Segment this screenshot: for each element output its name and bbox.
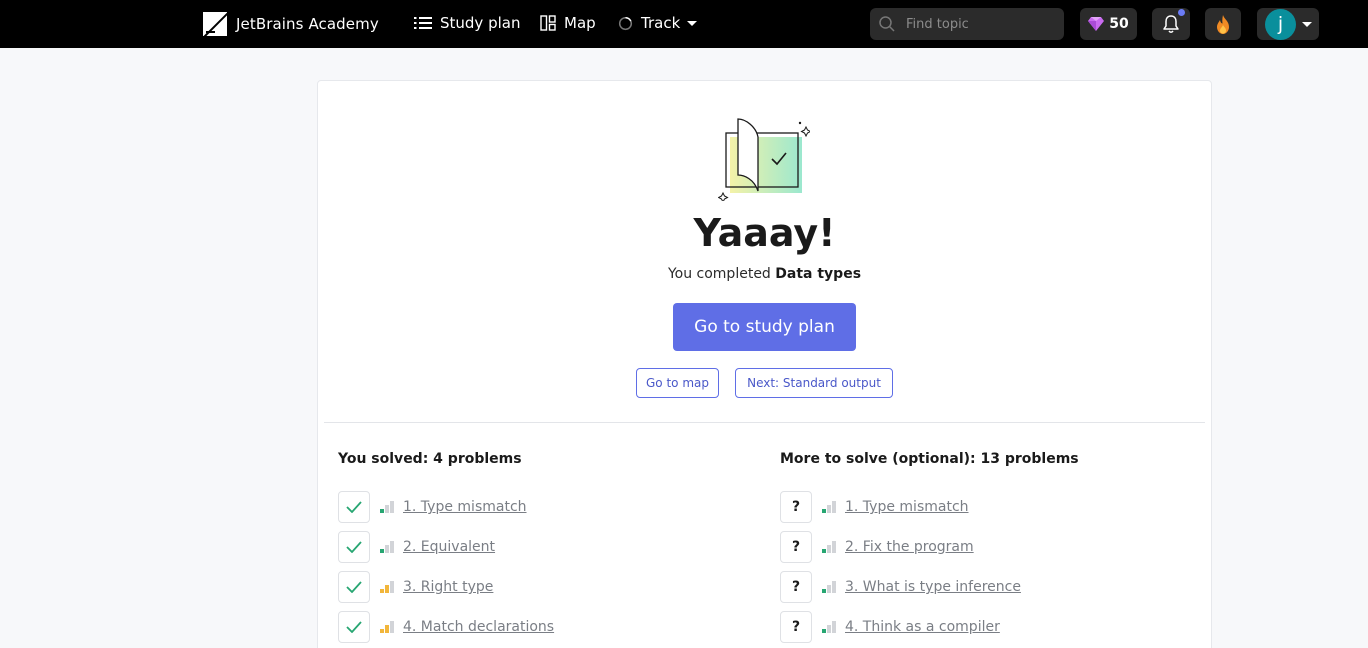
- difficulty-medium-icon: [380, 581, 394, 593]
- nav-track-label: Track: [641, 14, 681, 32]
- solved-status: [338, 531, 370, 563]
- optional-problems-list: ? 1. Type mismatch ? 2. Fix the program …: [780, 487, 1021, 647]
- gems-counter[interactable]: 50: [1080, 8, 1137, 40]
- checkmark-icon: [346, 541, 362, 553]
- difficulty-easy-icon: [822, 501, 836, 513]
- list-item: 2. Equivalent: [338, 527, 554, 567]
- nav-study-plan-label: Study plan: [440, 14, 521, 32]
- profile-menu[interactable]: j: [1257, 8, 1319, 40]
- problem-link[interactable]: 1. Type mismatch: [403, 499, 527, 515]
- solved-status: [338, 491, 370, 523]
- gems-count: 50: [1109, 16, 1129, 32]
- optional-problems-heading: More to solve (optional): 13 problems: [780, 451, 1079, 467]
- nav-map-label: Map: [564, 14, 596, 32]
- jetbrains-logo-icon: [203, 12, 227, 36]
- problem-link[interactable]: 4. Match declarations: [403, 619, 554, 635]
- completion-title: Yaaay!: [693, 211, 836, 255]
- progress-ring-icon: [618, 16, 633, 30]
- nav-map[interactable]: Map: [540, 14, 596, 32]
- solved-problems-heading: You solved: 4 problems: [338, 451, 522, 467]
- unsolved-status: ?: [780, 611, 812, 643]
- checkmark-icon: [346, 581, 362, 593]
- list-item: 4. Match declarations: [338, 607, 554, 647]
- solved-status: [338, 571, 370, 603]
- difficulty-easy-icon: [822, 541, 836, 553]
- list-item: 1. Type mismatch: [338, 487, 554, 527]
- checkmark-icon: [346, 621, 362, 633]
- question-mark-icon: ?: [791, 499, 801, 515]
- nav-track-dropdown[interactable]: Track: [618, 14, 698, 32]
- notifications-button[interactable]: [1152, 8, 1190, 40]
- fire-icon: [1217, 14, 1229, 34]
- brand-name: JetBrains Academy: [236, 15, 379, 33]
- list-item: 3. Right type: [338, 567, 554, 607]
- notification-badge: [1178, 9, 1185, 16]
- difficulty-easy-icon: [380, 501, 394, 513]
- difficulty-easy-icon: [822, 621, 836, 633]
- solved-status: [338, 611, 370, 643]
- completed-topic-name: Data types: [775, 266, 862, 282]
- search-input[interactable]: [906, 16, 1056, 32]
- avatar: j: [1265, 8, 1296, 40]
- section-divider: [324, 422, 1205, 423]
- difficulty-medium-icon: [380, 621, 394, 633]
- problem-link[interactable]: 2. Equivalent: [403, 539, 495, 555]
- unsolved-status: ?: [780, 491, 812, 523]
- go-to-map-button[interactable]: Go to map: [636, 368, 719, 398]
- list-item: ? 2. Fix the program: [780, 527, 1021, 567]
- problem-link[interactable]: 1. Type mismatch: [845, 499, 969, 515]
- go-to-study-plan-button[interactable]: Go to study plan: [673, 303, 856, 351]
- list-item: ? 4. Think as a compiler: [780, 607, 1021, 647]
- unsolved-status: ?: [780, 531, 812, 563]
- problem-link[interactable]: 3. Right type: [403, 579, 493, 595]
- checkmark-icon: [346, 501, 362, 513]
- nav-study-plan[interactable]: Study plan: [414, 14, 520, 32]
- difficulty-easy-icon: [822, 581, 836, 593]
- topic-search[interactable]: [870, 8, 1064, 40]
- problem-link[interactable]: 2. Fix the program: [845, 539, 974, 555]
- completion-card: Yaaay! You completed Data types Go to st…: [317, 80, 1212, 648]
- chevron-down-icon: [1302, 21, 1312, 27]
- list-item: ? 3. What is type inference: [780, 567, 1021, 607]
- unsolved-status: ?: [780, 571, 812, 603]
- problem-link[interactable]: 3. What is type inference: [845, 579, 1021, 595]
- bell-icon: [1163, 15, 1179, 33]
- completion-subtitle: You completed Data types: [318, 266, 1211, 282]
- search-icon: [879, 16, 895, 32]
- brand-logo[interactable]: JetBrains Academy: [203, 12, 379, 36]
- list-icon: [414, 17, 432, 29]
- next-topic-button[interactable]: Next: Standard output: [735, 368, 893, 398]
- streak-button[interactable]: [1205, 8, 1241, 40]
- question-mark-icon: ?: [791, 539, 801, 555]
- completion-subtitle-prefix: You completed: [667, 266, 771, 282]
- chevron-down-icon: [687, 20, 698, 26]
- problem-link[interactable]: 4. Think as a compiler: [845, 619, 1000, 635]
- top-navigation-bar: JetBrains Academy Study plan Map Track F…: [0, 0, 1368, 48]
- solved-problems-list: 1. Type mismatch 2. Equivalent 3. Right …: [338, 487, 554, 647]
- map-icon: [540, 15, 556, 31]
- question-mark-icon: ?: [791, 619, 801, 635]
- completed-book-illustration: [718, 118, 810, 201]
- list-item: ? 1. Type mismatch: [780, 487, 1021, 527]
- gem-icon: [1088, 17, 1105, 31]
- question-mark-icon: ?: [791, 579, 801, 595]
- difficulty-easy-icon: [380, 541, 394, 553]
